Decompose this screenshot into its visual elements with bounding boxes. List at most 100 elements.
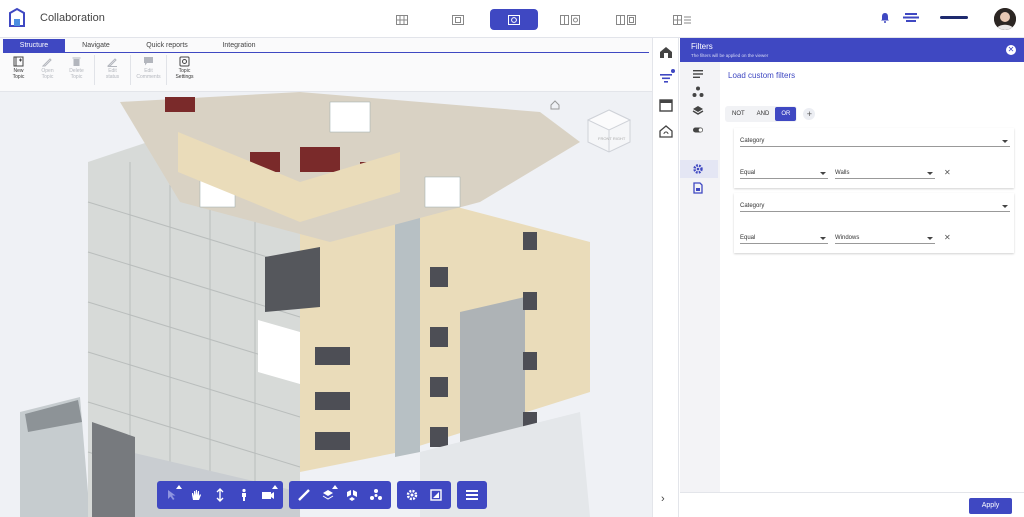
model-browser-button[interactable] — [365, 484, 387, 506]
camera-button[interactable] — [257, 484, 279, 506]
chevron-down-icon — [1002, 140, 1008, 143]
delete-topic-button[interactable]: Delete Topic — [62, 55, 91, 87]
remove-filter-icon[interactable]: ✕ — [944, 233, 951, 242]
sync-icon[interactable] — [659, 124, 673, 138]
field-select-value: Category — [740, 138, 765, 144]
measure-button[interactable] — [293, 484, 315, 506]
tab-quick-reports[interactable]: Quick reports — [127, 39, 207, 52]
collapse-chevron-icon[interactable]: › — [661, 493, 665, 505]
filter-icon[interactable] — [659, 71, 673, 85]
toggle-icon[interactable] — [692, 124, 704, 136]
edit-status-button[interactable]: Edit status — [98, 55, 127, 87]
tab-structure[interactable]: Structure — [3, 39, 65, 52]
chevron-down-icon — [927, 237, 933, 240]
operator-select[interactable]: Equal — [740, 235, 828, 244]
viewer-toolbar — [157, 481, 487, 509]
compare-view-button[interactable] — [602, 9, 650, 30]
value-select[interactable]: Walls — [835, 170, 935, 179]
model-view-button[interactable] — [434, 9, 482, 30]
notification-bell-icon[interactable] — [880, 12, 890, 23]
close-icon[interactable]: ✕ — [1006, 45, 1016, 55]
view-cube[interactable]: FRONT RIGHT — [584, 108, 634, 156]
topic-settings-button[interactable]: Topic Settings — [170, 55, 199, 87]
settings-tool-group — [397, 481, 451, 509]
panel-title: Filters — [691, 42, 713, 51]
app-logo-icon[interactable] — [7, 7, 27, 29]
panel-subtitle: The filters will be applied on the viewe… — [691, 53, 769, 58]
viewer-settings-button[interactable] — [401, 484, 423, 506]
open-topic-label: Open Topic — [41, 68, 54, 80]
zoom-icon — [216, 488, 224, 502]
ribbon-divider — [3, 52, 649, 53]
logic-or-button[interactable]: OR — [775, 107, 797, 121]
edit-comments-button[interactable]: Edit Comments — [134, 55, 163, 87]
model-viewer[interactable]: FRONT RIGHT — [0, 92, 652, 517]
user-menu-icon[interactable] — [903, 13, 919, 22]
remove-filter-icon[interactable]: ✕ — [944, 168, 951, 177]
logic-and-button[interactable]: AND — [751, 107, 776, 121]
hierarchy-icon[interactable] — [692, 86, 704, 98]
split-icon — [560, 14, 580, 25]
home-icon[interactable] — [659, 45, 673, 59]
edit-comments-label: Edit Comments — [136, 68, 161, 80]
table-view-button[interactable] — [658, 9, 706, 30]
ribbon: Structure Navigate Quick reports Integra… — [0, 38, 652, 92]
model-3d-icon — [508, 14, 520, 25]
zoom-button[interactable] — [209, 484, 231, 506]
add-filter-button[interactable]: + — [803, 108, 816, 120]
operator-select[interactable]: Equal — [740, 170, 828, 179]
new-topic-button[interactable]: New Topic — [4, 55, 33, 87]
top-bar: Collaboration — [0, 0, 1024, 38]
avatar[interactable] — [994, 8, 1016, 30]
logic-not-button[interactable]: NOT — [726, 107, 751, 121]
value-select[interactable]: Windows — [835, 235, 935, 244]
panel-footer: Apply — [680, 492, 1024, 517]
edit-status-label: Edit status — [105, 68, 120, 80]
chevron-down-icon — [820, 237, 826, 240]
properties-button[interactable] — [461, 484, 483, 506]
chevron-down-icon — [820, 172, 826, 175]
walk-button[interactable] — [233, 484, 255, 506]
view-mode-switcher — [378, 9, 706, 30]
ribbon-tabs: Structure Navigate Quick reports Integra… — [3, 39, 271, 52]
ribbon-separator — [130, 55, 131, 85]
operator-select-value: Equal — [740, 235, 756, 241]
filter-active-dot — [671, 69, 675, 73]
fullscreen-button[interactable] — [425, 484, 447, 506]
ribbon-separator — [94, 55, 95, 85]
grid-view-button[interactable] — [378, 9, 426, 30]
field-select[interactable]: Category — [740, 138, 1010, 147]
filter-rule-card: Category Equal Walls ✕ — [734, 128, 1014, 188]
app-root: Collaboration Structure Navigate Quick r… — [0, 0, 1024, 517]
ribbon-tools: New Topic Open Topic Delete Topic Edit s… — [4, 55, 199, 87]
app-title: Collaboration — [40, 12, 105, 24]
tab-navigate[interactable]: Navigate — [65, 39, 127, 52]
side-icon-strip: › — [652, 38, 679, 517]
calendar-icon[interactable] — [659, 98, 673, 112]
load-custom-filters-link[interactable]: Load custom filters — [728, 71, 795, 80]
section-button[interactable] — [317, 484, 339, 506]
select-button[interactable] — [161, 484, 183, 506]
list-icon[interactable] — [692, 68, 704, 80]
operator-select-value: Equal — [740, 170, 756, 176]
gear-filter-icon[interactable] — [692, 163, 704, 175]
avatar-image — [994, 8, 1016, 30]
document-icon[interactable] — [692, 182, 704, 194]
field-select[interactable]: Category — [740, 203, 1010, 212]
layers-icon[interactable] — [692, 104, 704, 116]
pan-icon — [192, 490, 201, 500]
pan-button[interactable] — [185, 484, 207, 506]
logic-toggle: NOT AND OR — [725, 106, 798, 122]
compare-icon — [616, 14, 636, 25]
walk-icon — [242, 488, 246, 501]
home-view-icon[interactable] — [550, 100, 560, 110]
model-3d-view-button[interactable] — [490, 9, 538, 30]
apply-button[interactable]: Apply — [969, 498, 1012, 514]
open-topic-button[interactable]: Open Topic — [33, 55, 62, 87]
filters-panel-header: Filters The filters will be applied on t… — [680, 38, 1024, 62]
tab-integration[interactable]: Integration — [207, 39, 271, 52]
explode-button[interactable] — [341, 484, 363, 506]
split-view-button[interactable] — [546, 9, 594, 30]
fullscreen-icon — [430, 489, 442, 501]
analysis-tool-group — [289, 481, 391, 509]
